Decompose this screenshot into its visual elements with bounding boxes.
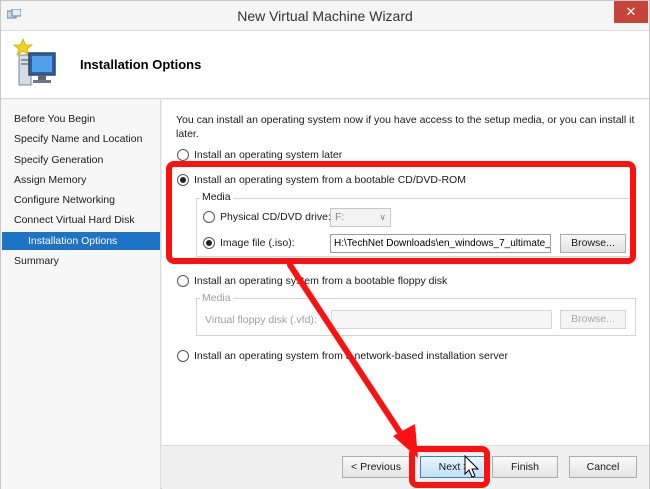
cancel-button[interactable]: Cancel (569, 456, 637, 478)
sidebar-item-assign-memory[interactable]: Assign Memory (2, 171, 160, 189)
install-floppy-label[interactable]: Install an operating system from a boota… (194, 275, 447, 287)
wizard-steps-sidebar: Before You Begin Specify Name and Locati… (1, 100, 161, 489)
wizard-header: Installation Options (1, 31, 649, 99)
physical-drive-label[interactable]: Physical CD/DVD drive: (220, 211, 331, 223)
install-floppy-radio[interactable] (177, 275, 189, 287)
sidebar-item-installation-options[interactable]: Installation Options (2, 232, 160, 250)
install-later-radio[interactable] (177, 149, 189, 161)
physical-drive-radio[interactable] (203, 211, 215, 223)
virtual-floppy-label: Virtual floppy disk (.vfd): (205, 314, 317, 326)
virtual-floppy-path-input[interactable] (331, 310, 552, 329)
image-file-label[interactable]: Image file (.iso): (220, 237, 295, 249)
window-title: New Virtual Machine Wizard (237, 8, 413, 24)
virtual-machine-monitor-icon (12, 37, 56, 86)
close-button[interactable]: ✕ (614, 1, 648, 23)
install-cd-dvd-radio[interactable] (177, 174, 189, 186)
sidebar-item-connect-virtual-hard-disk[interactable]: Connect Virtual Hard Disk (2, 211, 160, 229)
install-network-label[interactable]: Install an operating system from a netwo… (194, 350, 508, 362)
finish-button[interactable]: Finish (492, 456, 558, 478)
wizard-window: New Virtual Machine Wizard ✕ Installatio… (0, 0, 650, 489)
page-title: Installation Options (80, 57, 202, 72)
cd-media-title: Media (200, 191, 233, 203)
sidebar-item-specify-name-location[interactable]: Specify Name and Location (2, 130, 160, 148)
previous-button[interactable]: < Previous (342, 456, 410, 478)
install-later-label[interactable]: Install an operating system later (194, 149, 342, 161)
title-bar[interactable]: New Virtual Machine Wizard ✕ (1, 1, 649, 31)
image-file-radio[interactable] (203, 237, 215, 249)
browse-vfd-button[interactable]: Browse... (560, 310, 626, 329)
sidebar-item-configure-networking[interactable]: Configure Networking (2, 191, 160, 209)
floppy-media-title: Media (200, 292, 233, 304)
next-button[interactable]: Next > (420, 456, 488, 478)
intro-text: You can install an operating system now … (176, 114, 635, 140)
image-file-path-input[interactable]: H:\TechNet Downloads\en_windows_7_ultima… (330, 234, 551, 253)
sidebar-item-before-you-begin[interactable]: Before You Begin (2, 110, 160, 128)
browse-iso-button[interactable]: Browse... (560, 234, 626, 253)
install-network-radio[interactable] (177, 350, 189, 362)
sidebar-item-specify-generation[interactable]: Specify Generation (2, 151, 160, 169)
sidebar-item-summary[interactable]: Summary (2, 252, 160, 270)
installation-options-panel: You can install an operating system now … (162, 100, 649, 445)
chevron-down-icon: ∨ (379, 212, 386, 222)
physical-drive-value: F: (335, 211, 345, 223)
physical-drive-select[interactable]: F: ∨ (330, 208, 391, 227)
install-cd-dvd-label[interactable]: Install an operating system from a boota… (194, 174, 466, 186)
